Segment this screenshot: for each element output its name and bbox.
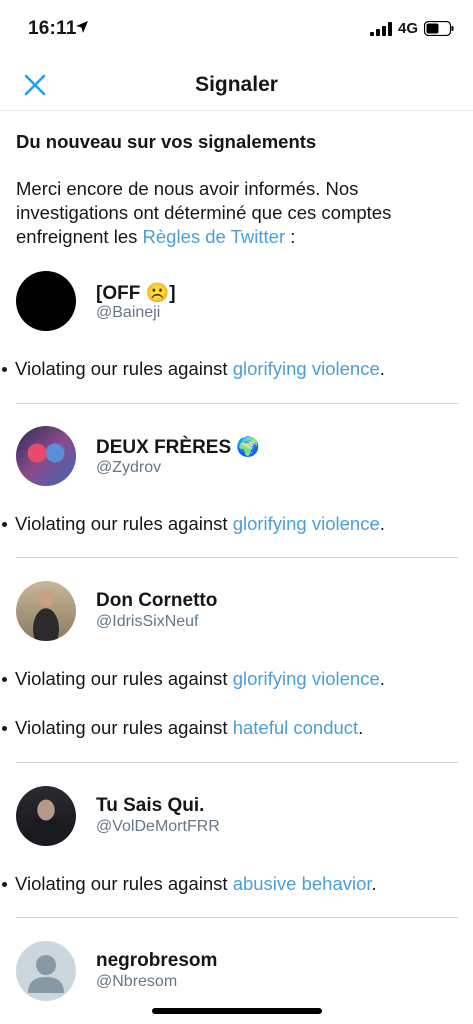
account-name[interactable]: [OFF ☹️] bbox=[96, 281, 176, 305]
bullet bbox=[2, 367, 7, 372]
violation-item: Violating our rules against glorifying v… bbox=[2, 358, 385, 380]
bullet bbox=[2, 882, 7, 887]
violation-link[interactable]: glorifying violence bbox=[233, 668, 380, 689]
home-indicator[interactable] bbox=[152, 1008, 322, 1014]
bullet bbox=[2, 522, 7, 527]
twitter-rules-link[interactable]: Règles de Twitter bbox=[143, 226, 286, 247]
account-handle[interactable]: @Nbresom bbox=[96, 973, 177, 991]
violation-suffix: . bbox=[358, 717, 364, 738]
divider bbox=[16, 403, 458, 404]
intro-text-after: : bbox=[285, 226, 296, 247]
violation-item: Violating our rules against abusive beha… bbox=[2, 873, 377, 895]
avatar[interactable] bbox=[16, 271, 76, 331]
violation-prefix: Violating our rules against bbox=[15, 513, 233, 534]
account-handle[interactable]: @VolDeMortFRR bbox=[96, 818, 220, 836]
violation-prefix: Violating our rules against bbox=[15, 873, 233, 894]
account-handle[interactable]: @Zydrov bbox=[96, 459, 161, 477]
divider bbox=[16, 557, 458, 558]
divider bbox=[16, 762, 458, 763]
account-name[interactable]: negrobresom bbox=[96, 950, 217, 972]
account-handle[interactable]: @Baineji bbox=[96, 304, 160, 322]
avatar[interactable] bbox=[16, 786, 76, 846]
divider bbox=[16, 917, 458, 918]
account-name[interactable]: DEUX FRÈRES 🌍 bbox=[96, 435, 260, 459]
violation-suffix: . bbox=[379, 358, 385, 379]
violation-prefix: Violating our rules against bbox=[15, 358, 233, 379]
page-title: Signaler bbox=[195, 73, 278, 96]
bullet bbox=[2, 677, 7, 682]
violation-prefix: Violating our rules against bbox=[15, 668, 233, 689]
account-name[interactable]: Tu Sais Qui. bbox=[96, 795, 204, 817]
violation-link[interactable]: glorifying violence bbox=[233, 513, 380, 534]
cellular-signal-icon bbox=[370, 22, 392, 36]
bullet bbox=[2, 726, 7, 731]
violation-prefix: Violating our rules against bbox=[15, 717, 233, 738]
avatar[interactable] bbox=[16, 941, 76, 1001]
location-arrow-icon bbox=[76, 21, 88, 33]
violation-item: Violating our rules against hateful cond… bbox=[2, 717, 364, 739]
navigation-bar: Signaler bbox=[0, 60, 473, 111]
violation-suffix: . bbox=[379, 513, 385, 534]
intro-text: Merci encore de nous avoir informés. Nos… bbox=[16, 177, 456, 249]
violation-link[interactable]: hateful conduct bbox=[233, 717, 358, 738]
violation-item: Violating our rules against glorifying v… bbox=[2, 513, 385, 535]
network-type: 4G bbox=[398, 20, 419, 37]
status-time: 16:11 bbox=[28, 18, 77, 39]
account-name[interactable]: Don Cornetto bbox=[96, 590, 217, 612]
violation-suffix: . bbox=[371, 873, 377, 894]
violation-item: Violating our rules against glorifying v… bbox=[2, 668, 385, 690]
default-profile-icon bbox=[28, 955, 64, 993]
account-handle[interactable]: @IdrisSixNeuf bbox=[96, 613, 199, 631]
violation-link[interactable]: glorifying violence bbox=[233, 358, 380, 379]
status-bar: 16:11 4G bbox=[0, 0, 473, 60]
battery-icon bbox=[424, 21, 454, 36]
avatar[interactable] bbox=[16, 426, 76, 486]
violation-suffix: . bbox=[379, 668, 385, 689]
avatar[interactable] bbox=[16, 581, 76, 641]
violation-link[interactable]: abusive behavior bbox=[233, 873, 372, 894]
section-heading: Du nouveau sur vos signalements bbox=[16, 131, 317, 152]
